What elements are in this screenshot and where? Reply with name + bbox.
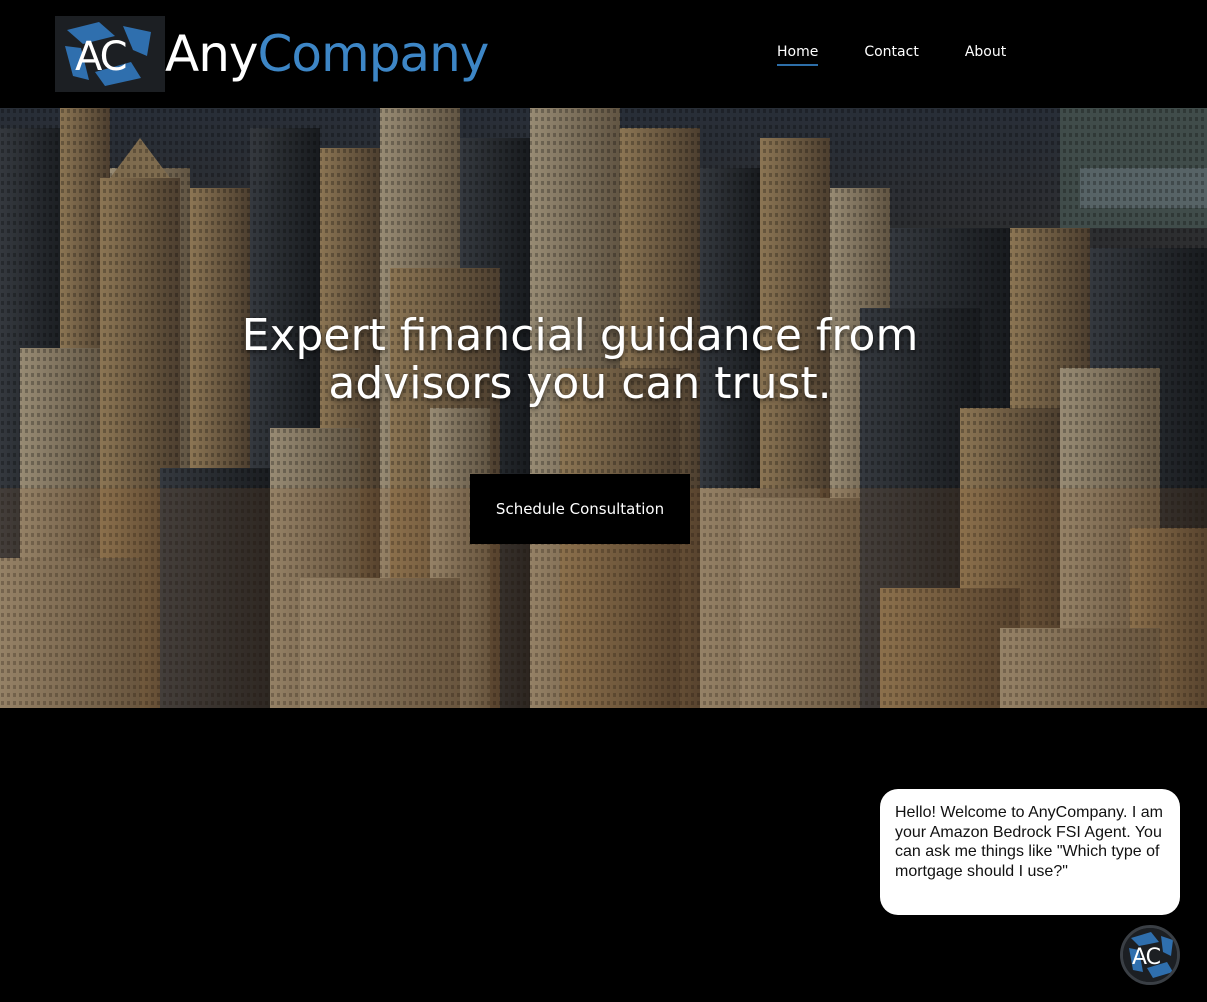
logo[interactable]: AC AnyCompany [55,16,489,92]
hero-title: Expert financial guidance from advisors … [0,312,1160,408]
logo-mark-icon: AC [55,16,165,92]
hero-title-line1: Expert financial guidance from [241,310,919,361]
site-header: AC AnyCompany Home Contact About [0,0,1207,108]
hero-section: Expert financial guidance from advisors … [0,108,1207,708]
nav-contact[interactable]: Contact [864,44,918,64]
schedule-consultation-button[interactable]: Schedule Consultation [470,474,690,544]
svg-text:AC: AC [1132,945,1161,970]
svg-text:AC: AC [75,34,126,80]
nav-about[interactable]: About [965,44,1006,64]
brand-name: AnyCompany [165,16,489,92]
chat-agent-avatar-icon[interactable]: AC [1120,925,1180,985]
hero-title-line2: advisors you can trust. [328,358,832,409]
nav-home[interactable]: Home [777,44,819,66]
chat-greeting-bubble: Hello! Welcome to AnyCompany. I am your … [880,789,1180,915]
brand-any: Any [165,25,258,83]
main-nav: Home Contact About [777,44,1052,66]
brand-company: Company [257,25,489,83]
